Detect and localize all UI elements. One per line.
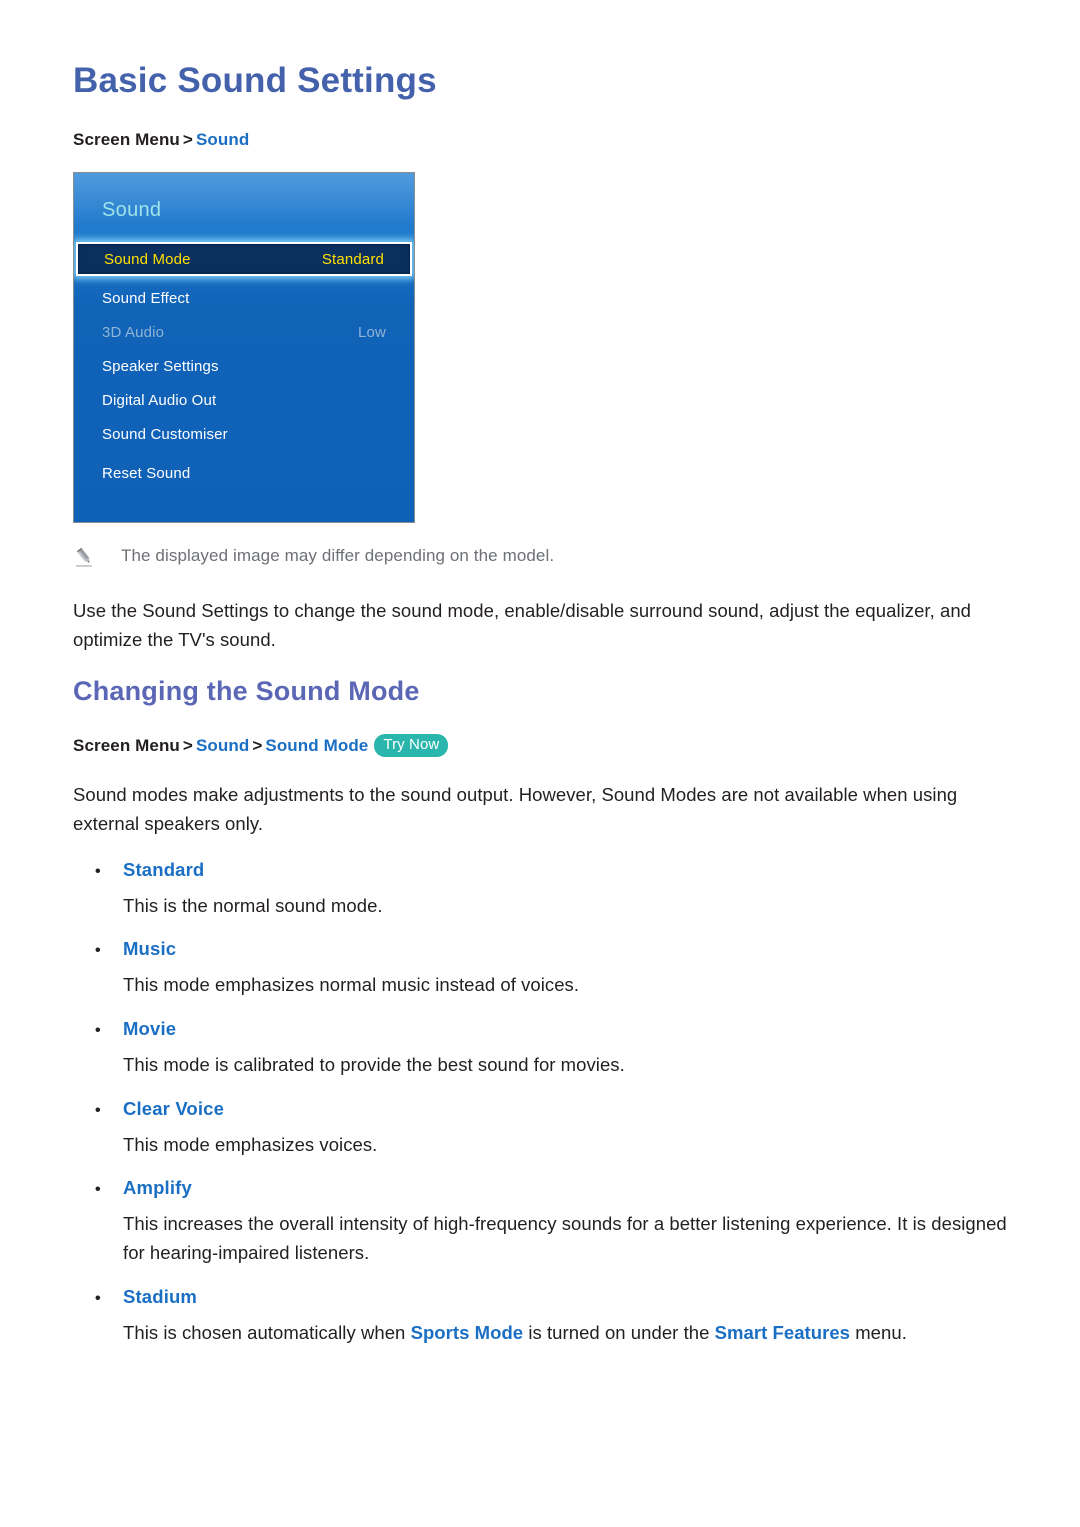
breadcrumb-link-sound-mode[interactable]: Sound Mode (265, 736, 368, 755)
tv-menu-item-speaker-settings[interactable]: Speaker Settings (74, 351, 414, 381)
tv-sound-menu-screenshot: Sound Sound Mode Standard Sound Effect 3… (73, 172, 415, 524)
bullet-description: This increases the overall intensity of … (123, 1213, 1007, 1264)
bullet-text-part-3: menu. (850, 1321, 907, 1343)
bullet-heading: • Clear Voice (73, 1098, 1007, 1120)
pencil-icon (73, 546, 95, 573)
bullet-description: This is chosen automatically when Sports… (123, 1319, 1007, 1348)
bullet-heading: • Music (73, 938, 1007, 960)
sound-mode-list: • Standard This is the normal sound mode… (73, 859, 1007, 1348)
tv-menu-item-label: Sound Mode (104, 250, 191, 268)
bullet-dot-icon: • (95, 942, 101, 960)
tv-menu-item-value: Standard (321, 250, 384, 268)
try-now-badge[interactable]: Try Now (374, 733, 449, 758)
bullet-label: Clear Voice (123, 1097, 225, 1119)
tv-menu-title: Sound (102, 199, 162, 222)
breadcrumb-root: Screen Menu (73, 735, 180, 755)
bullet-dot-icon: • (95, 1101, 101, 1119)
bullet-description: This mode is calibrated to provide the b… (123, 1054, 625, 1076)
list-item: • Amplify This increases the overall int… (73, 1177, 1007, 1267)
bullet-label: Music (123, 938, 177, 960)
bullet-label: Stadium (123, 1285, 198, 1307)
bullet-dot-icon: • (95, 1289, 101, 1307)
bullet-label: Amplify (123, 1177, 192, 1199)
bullet-label: Movie (123, 1018, 177, 1040)
breadcrumb-section: Screen Menu > Sound > Sound Mode Try Now (73, 733, 1007, 760)
list-item: • Stadium This is chosen automatically w… (73, 1286, 1007, 1348)
tv-menu-item-sound-mode[interactable]: Sound Mode Standard (76, 242, 412, 277)
bullet-description: This mode emphasizes voices. (123, 1133, 378, 1155)
bullet-text-part-1: This is chosen automatically when (123, 1321, 411, 1343)
bullet-heading: • Standard (73, 859, 1007, 881)
section-title-changing-sound-mode: Changing the Sound Mode (73, 675, 420, 706)
bullet-dot-icon: • (95, 1181, 101, 1199)
breadcrumb-separator: > (252, 735, 263, 755)
tv-menu-item-label: Speaker Settings (102, 357, 219, 375)
bullet-heading: • Amplify (73, 1177, 1007, 1199)
tv-menu-item-sound-customiser[interactable]: Sound Customiser (74, 419, 414, 449)
tv-menu-item-label: Reset Sound (102, 464, 191, 482)
bullet-heading: • Movie (73, 1018, 1007, 1040)
tv-menu-item-label: Digital Audio Out (102, 391, 217, 409)
bullet-description: This is the normal sound mode. (123, 894, 383, 916)
bullet-label: Standard (123, 858, 205, 880)
tv-menu-item-label: Sound Customiser (102, 425, 228, 443)
tv-menu-item-sound-effect[interactable]: Sound Effect (74, 283, 414, 313)
bullet-dot-icon: • (95, 862, 101, 880)
help-page: Basic Sound Settings Screen Menu > Sound S… (0, 0, 1080, 1527)
inline-link-sports-mode[interactable]: Sports Mode (411, 1322, 524, 1343)
tv-menu-item-digital-audio-out[interactable]: Digital Audio Out (74, 385, 414, 415)
page-title: Basic Sound Settings (73, 61, 437, 100)
bullet-description: This mode emphasizes normal music instea… (123, 974, 580, 996)
tv-menu-item-value: Low (358, 323, 386, 341)
breadcrumb-top: Screen Menu > Sound (73, 128, 1007, 152)
tv-menu-item-label: Sound Effect (102, 289, 190, 307)
breadcrumb-root: Screen Menu (73, 129, 180, 149)
list-item: • Standard This is the normal sound mode… (73, 859, 1007, 921)
breadcrumb-separator: > (182, 735, 193, 755)
intro-paragraph: Use the Sound Settings to change the sou… (73, 600, 971, 650)
list-item: • Movie This mode is calibrated to provi… (73, 1018, 1007, 1080)
bullet-dot-icon: • (95, 1022, 101, 1040)
note-text: The displayed image may differ depending… (121, 546, 555, 566)
list-item: • Music This mode emphasizes normal musi… (73, 938, 1007, 1000)
tv-menu-item-reset-sound[interactable]: Reset Sound (74, 458, 414, 488)
bullet-heading: • Stadium (73, 1286, 1007, 1308)
breadcrumb-link-sound[interactable]: Sound (196, 736, 249, 755)
breadcrumb-link-sound[interactable]: Sound (196, 130, 249, 149)
section-paragraph: Sound modes make adjustments to the soun… (73, 784, 958, 835)
note-row: The displayed image may differ depending… (73, 545, 1007, 573)
list-item: • Clear Voice This mode emphasizes voice… (73, 1098, 1007, 1160)
tv-menu-item-label: 3D Audio (102, 323, 165, 341)
breadcrumb-separator: > (182, 129, 193, 149)
bullet-text-part-2: is turned on under the (523, 1321, 715, 1343)
inline-link-smart-features[interactable]: Smart Features (715, 1322, 850, 1343)
tv-menu-item-3d-audio: 3D Audio Low (74, 317, 414, 347)
